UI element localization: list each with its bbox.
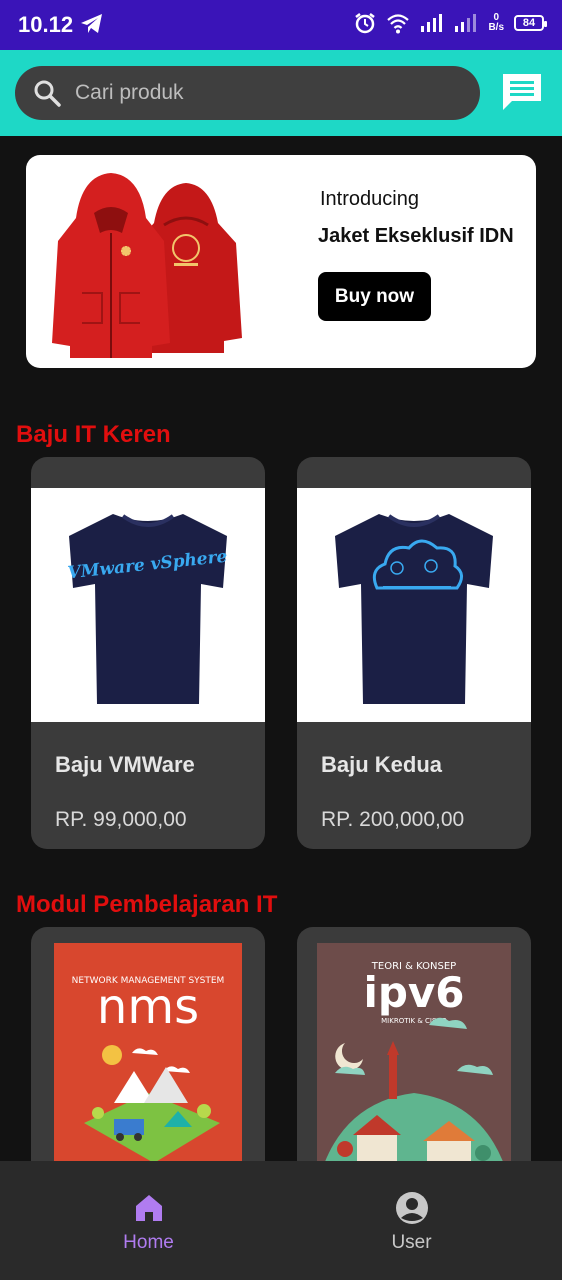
section-title-modules: Modul Pembelajaran IT <box>16 891 278 918</box>
product-price: RP. 99,000,00 <box>55 808 187 831</box>
search-bar[interactable] <box>15 66 480 120</box>
svg-text:nms: nms <box>97 979 199 1035</box>
banner-title: Jaket Ekseklusif IDN <box>318 225 514 247</box>
section-title-shirts: Baju IT Keren <box>16 421 171 448</box>
home-icon <box>136 1195 162 1221</box>
product-name: Baju VMWare <box>55 752 195 777</box>
banner-intro: Introducing <box>320 188 419 210</box>
wifi-icon <box>387 14 410 34</box>
book-cover-nms: NETWORK MANAGEMENT SYSTEM nms <box>54 943 242 1187</box>
module-card[interactable]: NETWORK MANAGEMENT SYSTEM nms <box>31 927 265 1187</box>
nav-label-user: User <box>391 1232 432 1253</box>
module-card[interactable]: TEORI & KONSEP ipv6 MIKROTIK & CISCO <box>297 927 531 1187</box>
tshirt-image: VMware vSphere <box>67 514 228 704</box>
product-image <box>297 488 531 722</box>
product-image: VMware vSphere <box>31 488 265 722</box>
status-icons: 0 B/s 84 <box>354 12 547 34</box>
tshirt-image <box>335 514 493 704</box>
product-name: Baju Kedua <box>321 752 443 777</box>
nav-label-home: Home <box>123 1232 174 1253</box>
promo-banner[interactable]: Introducing Jaket Ekseklusif IDN Buy now <box>26 155 536 368</box>
nav-item-home[interactable]: Home <box>8 1161 289 1280</box>
svg-text:ipv6: ipv6 <box>363 968 464 1017</box>
chat-icon[interactable] <box>500 70 544 114</box>
search-input[interactable] <box>75 66 465 120</box>
jacket-image <box>52 173 242 358</box>
nav-item-user[interactable]: User <box>271 1161 552 1280</box>
product-price: RP. 200,000,00 <box>321 808 465 831</box>
status-bar: 10.12 0 B/s 84 <box>0 0 562 50</box>
net-speed: 0 B/s <box>488 12 504 33</box>
product-card[interactable]: Baju Kedua RP. 200,000,00 <box>297 457 531 849</box>
search-icon <box>34 80 61 107</box>
book-cover-ipv6: TEORI & KONSEP ipv6 MIKROTIK & CISCO <box>317 943 511 1187</box>
app-header <box>0 50 562 136</box>
alarm-icon <box>355 13 376 34</box>
status-time: 10.12 <box>18 12 74 37</box>
telegram-icon <box>81 14 102 33</box>
product-card[interactable]: VMware vSphere Baju VMWare RP. 99,000,00 <box>31 457 265 849</box>
bottom-navigation: Home User <box>0 1161 562 1280</box>
buy-now-button[interactable]: Buy now <box>318 272 431 321</box>
user-icon <box>396 1192 428 1224</box>
battery-icon: 84 <box>514 15 547 31</box>
signal-icon <box>455 14 477 32</box>
signal-icon <box>421 14 443 32</box>
